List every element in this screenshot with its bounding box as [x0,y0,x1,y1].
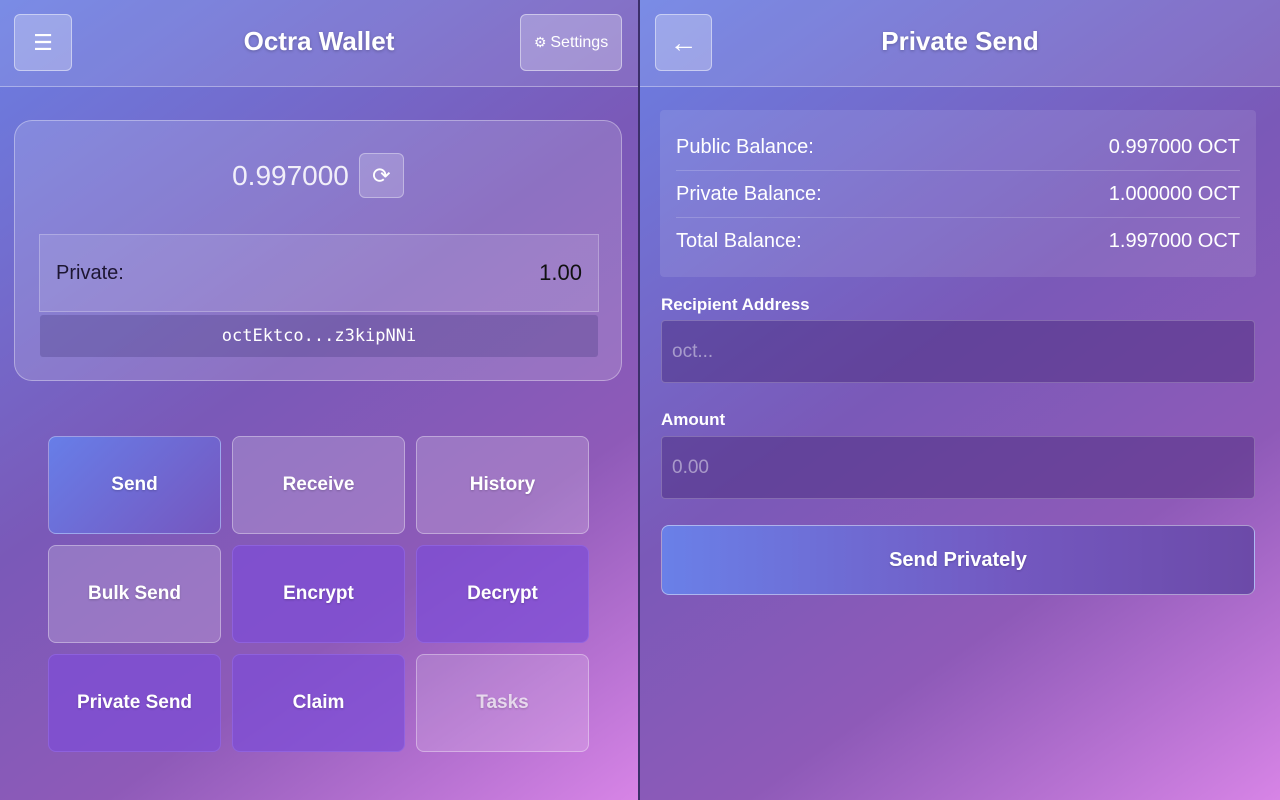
claim-button[interactable]: Claim [232,654,405,752]
balance-value: 1.000000 OCT [1108,182,1240,205]
settings-button[interactable]: ⚙ Settings [520,14,622,71]
amount-label: Amount [661,410,726,429]
bulk-send-button[interactable]: Bulk Send [48,545,221,643]
private-send-header: ← Private Send [640,0,1280,87]
balance-value: 1.997000 OCT [1108,230,1240,252]
receive-button[interactable]: Receive [232,436,405,534]
refresh-icon: ⟳ [372,162,391,188]
private-label: Private: [56,261,124,284]
private-balance-value: 1.00 [539,260,582,285]
private-send-button[interactable]: Private Send [48,654,221,752]
tasks-button[interactable]: Tasks [416,654,589,752]
private-balance-box: Private: 1.00 [39,234,599,312]
balance-label: Public Balance: [676,135,814,158]
recipient-address-input[interactable] [661,320,1255,383]
private-balance-row: Private Balance: 1.000000 OCT [676,171,1240,218]
total-balance-row: Total Balance: 1.997000 OCT [676,218,1240,265]
wallet-address[interactable]: octEktco...z3kipNNi [40,315,598,357]
history-button[interactable]: History [416,436,589,534]
balance-card: 0.997000 ⟳ Private: 1.00 octEktco...z3ki… [14,120,622,381]
decrypt-button[interactable]: Decrypt [416,545,589,643]
amount-input[interactable] [661,436,1255,499]
public-balance-row: Public Balance: 0.997000 OCT [676,124,1240,171]
action-grid: Send Receive History Bulk Send Encrypt D… [48,436,589,752]
private-send-panel: ← Private Send Public Balance: 0.997000 … [640,0,1280,800]
send-privately-button[interactable]: Send Privately [661,525,1255,595]
wallet-panel: ☰ Octra Wallet ⚙ Settings 0.997000 ⟳ Pri… [0,0,638,800]
balance-row: 0.997000 ⟳ [15,153,621,198]
gear-icon: ⚙ [533,34,547,50]
balance-value: 0.997000 OCT [1108,135,1240,158]
balance-label: Total Balance: [676,230,802,252]
wallet-header: ☰ Octra Wallet ⚙ Settings [0,0,638,87]
send-button[interactable]: Send [48,436,221,534]
recipient-label: Recipient Address [661,295,810,314]
refresh-button[interactable]: ⟳ [358,153,404,198]
public-balance-value: 0.997000 [232,159,349,191]
balance-label: Private Balance: [676,182,822,205]
balance-summary: Public Balance: 0.997000 OCT Private Bal… [660,110,1256,277]
settings-label: Settings [550,33,609,51]
encrypt-button[interactable]: Encrypt [232,545,405,643]
private-send-title: Private Send [881,26,1039,56]
